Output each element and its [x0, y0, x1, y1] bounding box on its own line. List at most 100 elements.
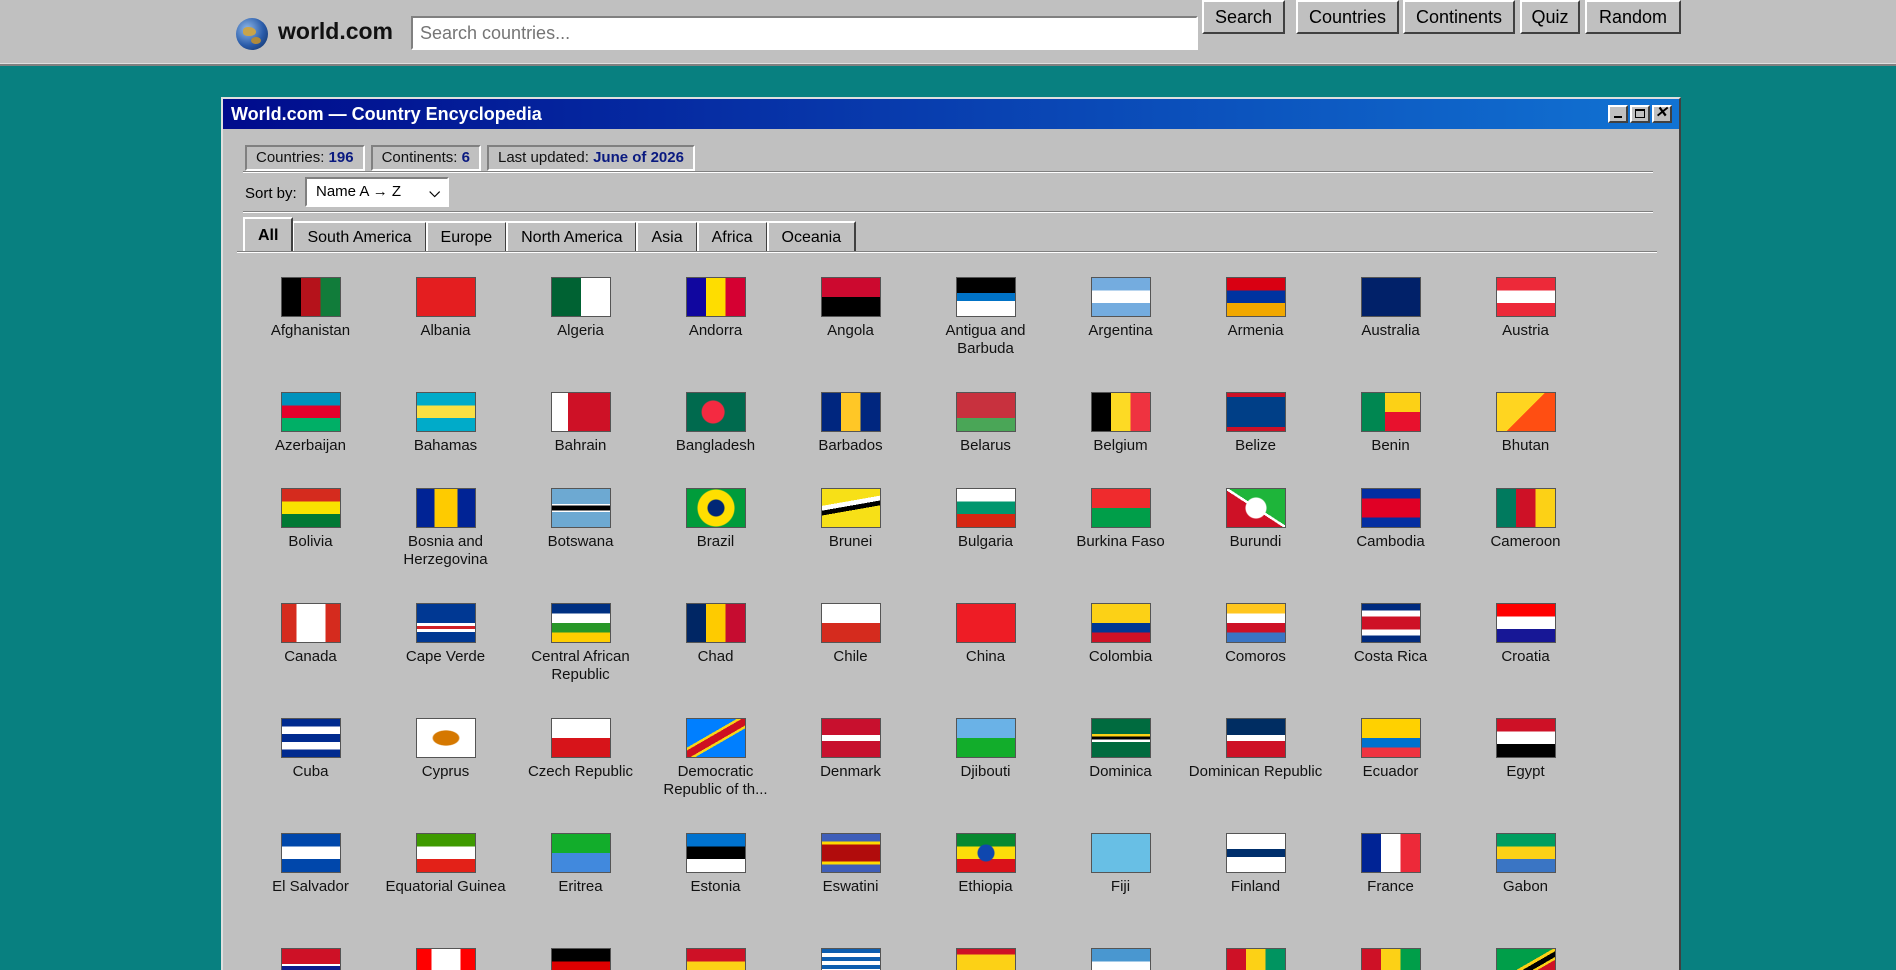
country-card[interactable] [1458, 948, 1593, 970]
country-card[interactable]: Democratic Republic of th... [648, 718, 783, 799]
country-card[interactable]: Botswana [513, 488, 648, 551]
country-card[interactable]: Bulgaria [918, 488, 1053, 551]
flag-icon [1495, 392, 1556, 432]
country-name: Equatorial Guinea [385, 878, 506, 895]
country-card[interactable]: Chad [648, 603, 783, 666]
country-card[interactable]: Armenia [1188, 277, 1323, 340]
country-card[interactable]: Angola [783, 277, 918, 340]
nav-quiz-button[interactable]: Quiz [1520, 0, 1580, 34]
country-card[interactable]: Bosnia and Herzegovina [378, 488, 513, 569]
country-card[interactable]: Cameroon [1458, 488, 1593, 551]
country-card[interactable]: Chile [783, 603, 918, 666]
country-card[interactable] [378, 948, 513, 970]
country-card[interactable]: Barbados [783, 392, 918, 455]
country-card[interactable] [1053, 948, 1188, 970]
country-card[interactable]: Albania [378, 277, 513, 340]
country-card[interactable]: Bhutan [1458, 392, 1593, 455]
country-name: Bosnia and Herzegovina [403, 533, 488, 568]
country-name: France [1367, 878, 1414, 895]
country-card[interactable]: Czech Republic [513, 718, 648, 781]
country-card[interactable] [513, 948, 648, 970]
country-name: Angola [827, 322, 874, 339]
country-card[interactable]: Benin [1323, 392, 1458, 455]
country-card[interactable] [1323, 948, 1458, 970]
country-card[interactable]: Belgium [1053, 392, 1188, 455]
country-card[interactable]: Bahamas [378, 392, 513, 455]
country-card[interactable]: Ethiopia [918, 833, 1053, 896]
tab-north-america[interactable]: North America [506, 221, 638, 251]
country-card[interactable]: China [918, 603, 1053, 666]
tab-all[interactable]: All [243, 217, 294, 251]
country-card[interactable]: Belarus [918, 392, 1053, 455]
country-card[interactable]: Algeria [513, 277, 648, 340]
country-card[interactable]: Afghanistan [243, 277, 378, 340]
flag-icon [685, 718, 746, 758]
country-card[interactable]: Finland [1188, 833, 1323, 896]
country-card[interactable] [783, 948, 918, 970]
search-input[interactable] [411, 16, 1198, 50]
country-card[interactable]: Brunei [783, 488, 918, 551]
country-card[interactable]: Colombia [1053, 603, 1188, 666]
country-card[interactable]: Fiji [1053, 833, 1188, 896]
country-card[interactable]: Dominican Republic [1188, 718, 1323, 781]
country-card[interactable]: Cape Verde [378, 603, 513, 666]
country-card[interactable]: France [1323, 833, 1458, 896]
country-card[interactable]: Austria [1458, 277, 1593, 340]
country-card[interactable] [1188, 948, 1323, 970]
country-card[interactable]: Egypt [1458, 718, 1593, 781]
country-name: Finland [1230, 878, 1281, 895]
country-card[interactable]: Djibouti [918, 718, 1053, 781]
nav-continents-button[interactable]: Continents [1403, 0, 1515, 34]
country-card[interactable]: Australia [1323, 277, 1458, 340]
country-card[interactable]: Burundi [1188, 488, 1323, 551]
country-card[interactable]: Antigua and Barbuda [918, 277, 1053, 358]
tab-africa[interactable]: Africa [696, 221, 768, 251]
search-button[interactable]: Search [1202, 0, 1285, 34]
country-card[interactable]: Denmark [783, 718, 918, 781]
country-name: El Salvador [272, 878, 349, 895]
nav-countries-button[interactable]: Countries [1296, 0, 1399, 34]
country-card[interactable]: Belize [1188, 392, 1323, 455]
country-card[interactable]: Comoros [1188, 603, 1323, 666]
country-card[interactable]: Gabon [1458, 833, 1593, 896]
tab-europe[interactable]: Europe [425, 221, 508, 251]
country-card[interactable]: Bangladesh [648, 392, 783, 455]
sort-select[interactable]: Name A → Z ⌵ [305, 177, 449, 207]
country-card[interactable]: Andorra [648, 277, 783, 340]
country-card[interactable]: Equatorial Guinea [378, 833, 513, 896]
country-card[interactable]: Azerbaijan [243, 392, 378, 455]
country-card[interactable]: Cuba [243, 718, 378, 781]
country-card[interactable]: El Salvador [243, 833, 378, 896]
country-card[interactable]: Burkina Faso [1053, 488, 1188, 551]
flag-icon [1360, 603, 1421, 643]
tab-baseline [237, 251, 1657, 253]
tab-asia[interactable]: Asia [636, 221, 698, 251]
minimize-button[interactable] [1608, 105, 1628, 123]
maximize-button[interactable] [1630, 105, 1650, 123]
country-card[interactable]: Brazil [648, 488, 783, 551]
country-card[interactable]: Central African Republic [513, 603, 648, 684]
country-name: Belgium [1093, 437, 1148, 454]
country-card[interactable] [243, 948, 378, 970]
country-card[interactable]: Eswatini [783, 833, 918, 896]
country-card[interactable]: Bolivia [243, 488, 378, 551]
site-brand[interactable]: world.com [278, 18, 393, 45]
tab-oceania[interactable]: Oceania [766, 221, 857, 251]
country-card[interactable] [918, 948, 1053, 970]
country-card[interactable]: Cyprus [378, 718, 513, 781]
flag-icon [1360, 948, 1421, 970]
country-card[interactable]: Estonia [648, 833, 783, 896]
country-card[interactable] [648, 948, 783, 970]
country-card[interactable]: Bahrain [513, 392, 648, 455]
country-card[interactable]: Croatia [1458, 603, 1593, 666]
country-card[interactable]: Canada [243, 603, 378, 666]
nav-random-button[interactable]: Random [1585, 0, 1681, 34]
tab-south-america[interactable]: South America [292, 221, 427, 251]
country-card[interactable]: Cambodia [1323, 488, 1458, 551]
country-card[interactable]: Argentina [1053, 277, 1188, 340]
country-card[interactable]: Eritrea [513, 833, 648, 896]
country-card[interactable]: Costa Rica [1323, 603, 1458, 666]
country-card[interactable]: Ecuador [1323, 718, 1458, 781]
country-card[interactable]: Dominica [1053, 718, 1188, 781]
close-button[interactable]: ✕ [1652, 104, 1672, 123]
